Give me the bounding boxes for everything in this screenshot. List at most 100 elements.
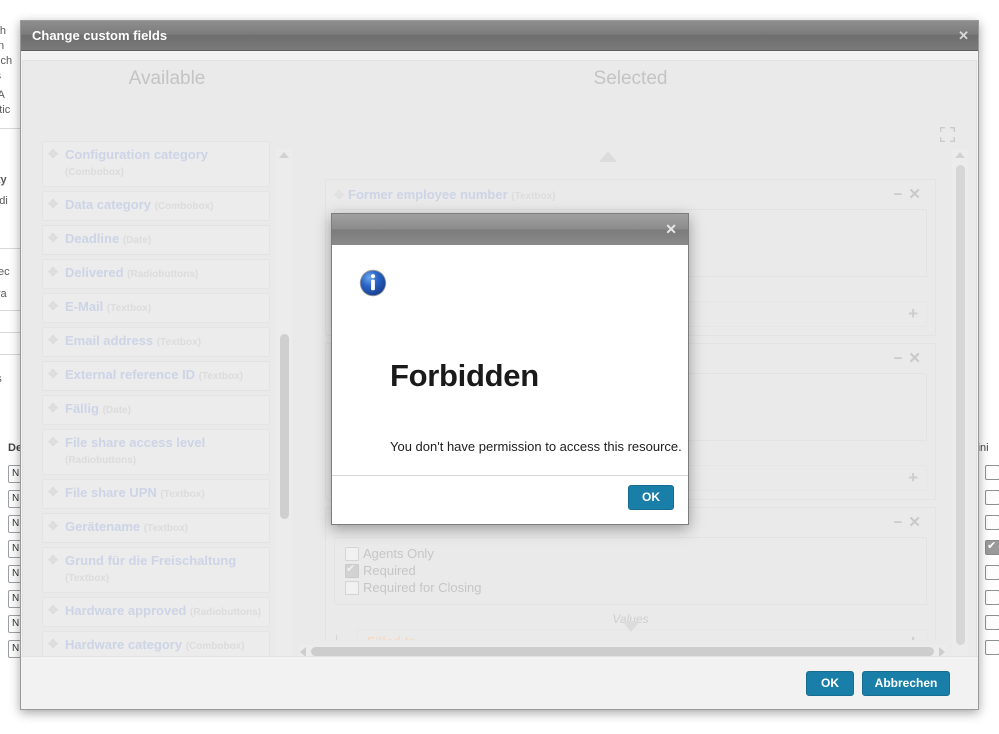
list-item-type: (Combobox) bbox=[154, 201, 214, 212]
remove-icon[interactable]: ✕ bbox=[908, 514, 927, 531]
scrollbar-thumb[interactable] bbox=[311, 647, 934, 656]
field-options-group: Agents Only Required Required for Closin… bbox=[334, 537, 927, 605]
checkbox-row-required-for-closing[interactable]: Required for Closing bbox=[345, 579, 916, 596]
card-controls[interactable]: −✕ bbox=[894, 186, 927, 204]
checkbox-label: Agents Only bbox=[363, 546, 434, 561]
scrollbar-thumb[interactable] bbox=[280, 334, 289, 519]
list-item-label: File share UPN bbox=[65, 485, 157, 500]
cancel-button[interactable]: Abbrechen bbox=[862, 671, 950, 696]
list-item-type: (Date) bbox=[122, 235, 152, 246]
list-item-label: Grund für die Freischaltung bbox=[65, 553, 237, 568]
card-controls[interactable]: −✕ bbox=[894, 350, 927, 368]
list-item-type: (Radiobuttons) bbox=[190, 607, 262, 618]
remove-icon[interactable]: ✕ bbox=[908, 186, 927, 203]
modal-ok-button[interactable]: OK bbox=[628, 485, 674, 510]
bg-divider bbox=[0, 310, 22, 311]
add-icon[interactable]: + bbox=[908, 466, 918, 490]
expand-arrows-icon[interactable] bbox=[939, 126, 956, 143]
move-handle-icon[interactable]: ✥ bbox=[48, 554, 60, 566]
list-item[interactable]: ✥ Gerätename (Textbox) bbox=[42, 513, 270, 543]
modal-footer: OK bbox=[332, 475, 688, 524]
move-handle-icon[interactable]: ✥ bbox=[48, 148, 60, 160]
add-icon[interactable]: + bbox=[908, 630, 918, 640]
bg-checkbox[interactable] bbox=[985, 615, 999, 630]
move-handle-icon[interactable]: ✥ bbox=[48, 486, 60, 498]
list-item[interactable]: ✥ File share UPN (Textbox) bbox=[42, 479, 270, 509]
list-item-label: Configuration category bbox=[65, 147, 209, 162]
list-item[interactable]: ✥ Grund für die Freischaltung (Textbox) bbox=[42, 547, 270, 593]
minimize-icon[interactable]: − bbox=[894, 514, 909, 531]
close-icon[interactable]: ✕ bbox=[958, 21, 969, 51]
selected-heading: Selected bbox=[593, 68, 668, 89]
bg-divider bbox=[0, 248, 22, 249]
scroll-up-arrow-icon[interactable] bbox=[955, 152, 965, 158]
list-item[interactable]: ✥ Hardware approved (Radiobuttons) bbox=[42, 597, 270, 627]
checkbox[interactable] bbox=[345, 547, 359, 561]
move-handle-icon[interactable]: ✥ bbox=[48, 402, 60, 414]
list-item-label: Delivered bbox=[65, 265, 124, 280]
list-item-label: Deadline bbox=[65, 231, 120, 246]
checkbox-label: Required for Closing bbox=[363, 580, 482, 595]
remove-icon[interactable]: ✕ bbox=[908, 350, 927, 367]
move-handle-icon[interactable]: ✥ bbox=[48, 436, 60, 448]
scroll-up-triangle-icon[interactable] bbox=[599, 151, 617, 162]
modal-body: Forbidden You don't have permission to a… bbox=[332, 245, 688, 476]
move-handle-icon[interactable]: ✥ bbox=[48, 368, 60, 380]
value-row[interactable]: Filled In + bbox=[356, 629, 927, 640]
selected-scrollbar[interactable] bbox=[952, 149, 968, 679]
move-handle-icon[interactable]: ✥ bbox=[334, 189, 344, 201]
checkbox-row-agents-only[interactable]: Agents Only bbox=[345, 545, 916, 562]
ok-button[interactable]: OK bbox=[806, 671, 854, 696]
bg-checkbox[interactable] bbox=[985, 465, 999, 480]
list-item-label: Data category bbox=[65, 197, 151, 212]
bg-checkbox[interactable] bbox=[985, 590, 999, 605]
bg-checkbox[interactable] bbox=[985, 640, 999, 655]
available-scrollbar[interactable] bbox=[276, 149, 292, 697]
card-controls[interactable]: −✕ bbox=[894, 514, 927, 532]
list-item[interactable]: ✥ File share access level (Radiobuttons) bbox=[42, 429, 270, 475]
list-item[interactable]: ✥ Deadline (Date) bbox=[42, 225, 270, 255]
move-handle-icon[interactable]: ✥ bbox=[48, 604, 60, 616]
bg-checkbox[interactable] bbox=[985, 515, 999, 530]
checkbox-row-required[interactable]: Required bbox=[345, 561, 916, 579]
move-handle-icon[interactable]: ✥ bbox=[48, 266, 60, 278]
scroll-up-arrow-icon[interactable] bbox=[279, 152, 289, 158]
bg-checkbox-checked[interactable] bbox=[985, 539, 999, 555]
scrollbar-thumb[interactable] bbox=[956, 165, 965, 645]
checkbox-checked[interactable] bbox=[345, 561, 359, 578]
value-row-label: Filled In bbox=[367, 634, 416, 640]
scroll-down-triangle-icon[interactable] bbox=[621, 621, 640, 632]
add-icon[interactable]: + bbox=[908, 302, 918, 326]
list-item-type: (Radiobuttons) bbox=[65, 455, 137, 466]
move-handle-icon[interactable]: ✥ bbox=[48, 638, 60, 650]
move-handle-icon[interactable]: ✥ bbox=[48, 232, 60, 244]
bg-checkbox[interactable] bbox=[985, 565, 999, 580]
move-handle-icon[interactable]: ✥ bbox=[48, 520, 60, 532]
list-item[interactable]: ✥ E-Mail (Textbox) bbox=[42, 293, 270, 323]
modal-message: You don't have permission to access this… bbox=[390, 439, 682, 454]
list-item[interactable]: ✥ Delivered (Radiobuttons) bbox=[42, 259, 270, 289]
move-handle-icon[interactable]: ✥ bbox=[48, 300, 60, 312]
forbidden-modal: ✕ Forbidden You don't have permission to… bbox=[331, 213, 689, 525]
dialog-title: Change custom fields bbox=[32, 28, 168, 43]
checkbox[interactable] bbox=[345, 581, 359, 595]
minimize-icon[interactable]: − bbox=[894, 186, 909, 203]
list-item-type: (Textbox) bbox=[106, 303, 152, 314]
list-item[interactable]: ✥ Data category (Combobox) bbox=[42, 191, 270, 221]
list-item-type: (Combobox) bbox=[185, 641, 245, 652]
list-item[interactable]: ✥ External reference ID (Textbox) bbox=[42, 361, 270, 391]
available-heading: Available bbox=[128, 68, 206, 89]
list-item-type: (Textbox) bbox=[65, 573, 110, 584]
list-item-type: (Textbox) bbox=[160, 489, 205, 500]
list-item[interactable]: ✥ Email address (Textbox) bbox=[42, 327, 270, 357]
move-handle-icon[interactable]: ✥ bbox=[48, 334, 60, 346]
close-icon[interactable]: ✕ bbox=[665, 214, 677, 245]
bg-checkbox[interactable] bbox=[985, 490, 999, 505]
minimize-icon[interactable]: − bbox=[894, 350, 909, 367]
list-item-type: (Textbox) bbox=[198, 371, 243, 382]
list-item-type: (Radiobuttons) bbox=[127, 269, 199, 280]
available-fields-list[interactable]: ✥ Configuration category (Combobox) ✥ Da… bbox=[42, 141, 270, 694]
move-handle-icon[interactable]: ✥ bbox=[48, 198, 60, 210]
list-item[interactable]: ✥ Fällig (Date) bbox=[42, 395, 270, 425]
list-item[interactable]: ✥ Configuration category (Combobox) bbox=[42, 141, 270, 187]
